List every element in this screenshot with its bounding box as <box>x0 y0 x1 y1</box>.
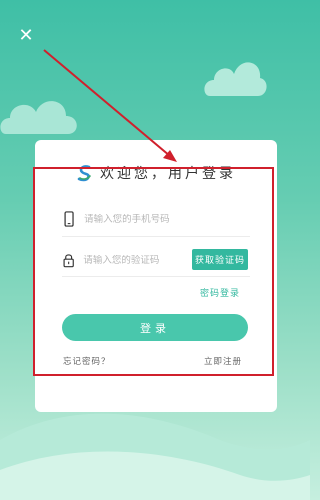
cloud-decoration-right <box>204 62 267 96</box>
cloud-decoration-left <box>0 101 77 134</box>
annotation-highlight-box <box>33 167 274 376</box>
close-icon[interactable]: ✕ <box>16 26 36 46</box>
